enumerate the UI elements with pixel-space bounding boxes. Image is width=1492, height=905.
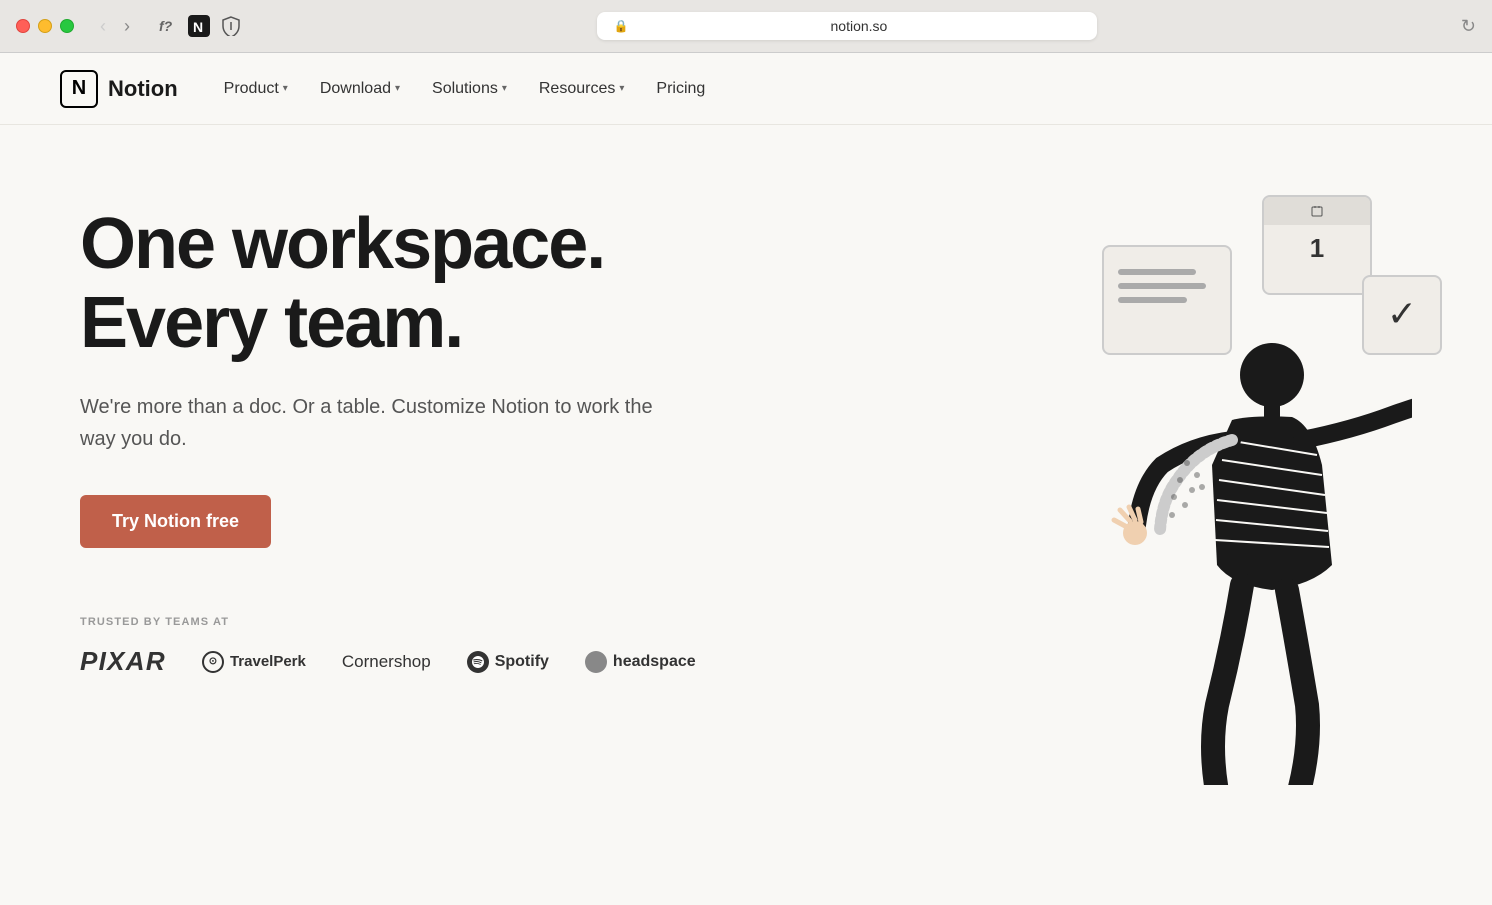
site-nav: N Notion Product ▾ Download ▾ Solutions …	[0, 53, 1492, 125]
forward-button[interactable]: ›	[118, 14, 136, 39]
notion-extension-icon[interactable]: N	[188, 15, 210, 37]
minimize-button[interactable]	[38, 19, 52, 33]
hero-subtext: We're more than a doc. Or a table. Custo…	[80, 391, 660, 455]
close-button[interactable]	[16, 19, 30, 33]
browser-extensions: f? N	[156, 15, 242, 37]
nav-item-pricing[interactable]: Pricing	[642, 72, 719, 106]
reload-button[interactable]: ↻	[1461, 16, 1476, 37]
solutions-chevron-icon: ▾	[502, 83, 507, 94]
headspace-logo: headspace	[585, 651, 696, 673]
figure-illustration	[1032, 265, 1412, 785]
lock-icon: 🔒	[613, 19, 628, 33]
nav-item-product[interactable]: Product ▾	[210, 72, 302, 106]
url-text: notion.so	[636, 18, 1081, 34]
calendar-header	[1264, 197, 1370, 225]
hero-headline: One workspace. Every team.	[80, 205, 696, 363]
spotify-icon	[467, 651, 489, 673]
address-bar-container: 🔒 notion.so	[254, 12, 1441, 40]
trusted-label: TRUSTED BY TEAMS AT	[80, 616, 696, 628]
download-chevron-icon: ▾	[395, 83, 400, 94]
maximize-button[interactable]	[60, 19, 74, 33]
trusted-section: TRUSTED BY TEAMS AT PIXAR ⊙ TravelPerk C…	[80, 616, 696, 677]
headspace-icon	[585, 651, 607, 673]
website: N Notion Product ▾ Download ▾ Solutions …	[0, 53, 1492, 905]
formula-extension-icon[interactable]: f?	[156, 15, 178, 37]
traffic-lights	[16, 19, 74, 33]
product-chevron-icon: ▾	[283, 83, 288, 94]
cornershop-logo: Cornershop	[342, 652, 431, 672]
notion-logo-icon: N	[60, 70, 98, 108]
travelperk-icon: ⊙	[202, 651, 224, 673]
travelperk-logo: ⊙ TravelPerk	[202, 651, 306, 673]
hero-section: One workspace. Every team. We're more th…	[0, 125, 1492, 785]
resources-chevron-icon: ▾	[619, 83, 624, 94]
nav-logo[interactable]: N Notion	[60, 70, 178, 108]
nav-item-resources[interactable]: Resources ▾	[525, 72, 639, 106]
browser-chrome: ‹ › f? N	[0, 0, 1492, 53]
nav-links: Product ▾ Download ▾ Solutions ▾ Resourc…	[210, 72, 1432, 106]
calendar-icon	[1311, 205, 1323, 217]
pixar-logo: PIXAR	[80, 646, 166, 677]
hero-illustration: 1 ✓	[912, 165, 1492, 785]
shield-extension-icon[interactable]	[220, 15, 242, 37]
nav-item-solutions[interactable]: Solutions ▾	[418, 72, 521, 106]
cta-button[interactable]: Try Notion free	[80, 495, 271, 548]
nav-logo-text: Notion	[108, 76, 178, 102]
hero-content: One workspace. Every team. We're more th…	[80, 205, 696, 677]
brand-logos: PIXAR ⊙ TravelPerk Cornershop	[80, 646, 696, 677]
svg-text:f?: f?	[159, 18, 173, 34]
browser-nav-arrows: ‹ ›	[94, 14, 136, 39]
nav-item-download[interactable]: Download ▾	[306, 72, 414, 106]
svg-text:N: N	[193, 19, 203, 35]
back-button[interactable]: ‹	[94, 14, 112, 39]
browser-titlebar: ‹ › f? N	[0, 0, 1492, 52]
address-bar[interactable]: 🔒 notion.so	[597, 12, 1097, 40]
spotify-logo: Spotify	[467, 651, 549, 673]
